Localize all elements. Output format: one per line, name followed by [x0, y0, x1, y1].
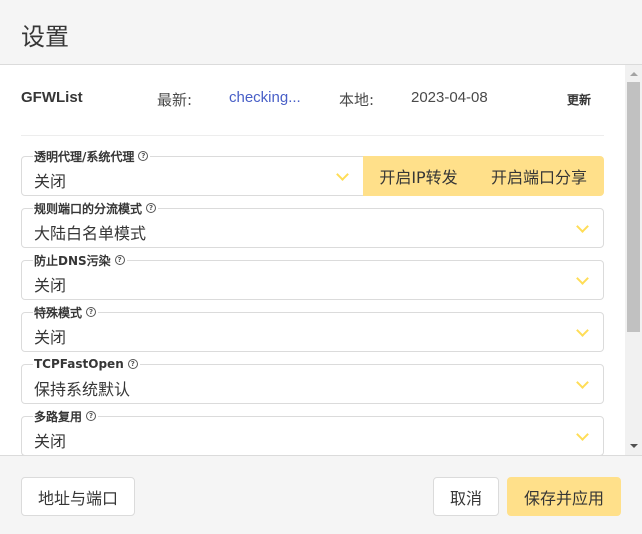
field-label-multiplexing: 多路复用 ?	[33, 409, 99, 424]
field-label-text: 透明代理/系统代理	[34, 149, 135, 164]
scrollbar[interactable]	[625, 65, 642, 455]
field-label-special-mode: 特殊模式 ?	[33, 305, 99, 320]
multiplexing-select[interactable]: 关闭	[21, 416, 604, 455]
select-value: 关闭	[34, 172, 67, 191]
cancel-button[interactable]: 取消	[433, 477, 499, 516]
field-routing-mode: 规则端口的分流模式 ? 大陆白名单模式	[21, 201, 604, 248]
scroll-down-arrow-icon[interactable]	[630, 444, 638, 448]
gfwlist-update-button[interactable]: 更新	[552, 85, 606, 113]
ip-forward-button[interactable]: 开启IP转发	[363, 156, 474, 196]
field-label-routing-mode: 规则端口的分流模式 ?	[33, 201, 159, 216]
select-value: 大陆白名单模式	[34, 224, 147, 243]
chevron-down-icon	[336, 168, 349, 181]
field-tcp-fast-open: TCPFastOpen ? 保持系统默认	[21, 357, 604, 404]
gfwlist-label: GFWList	[21, 89, 83, 106]
question-circle-icon[interactable]: ?	[127, 359, 138, 369]
gfwlist-latest-value: checking...	[229, 89, 301, 106]
scroll-thumb[interactable]	[627, 82, 640, 332]
dialog-header: 设置	[0, 0, 642, 65]
chevron-down-icon	[576, 324, 589, 337]
field-special-mode: 特殊模式 ? 关闭	[21, 305, 604, 352]
field-anti-dns-pollution: 防止DNS污染 ? 关闭	[21, 253, 604, 300]
port-share-button[interactable]: 开启端口分享	[474, 156, 604, 196]
question-circle-icon[interactable]: ?	[86, 411, 97, 421]
dialog-body: GFWList 最新: checking... 本地: 2023-04-08 更…	[0, 65, 642, 455]
gfwlist-local-value: 2023-04-08	[411, 89, 488, 106]
field-label-anti-dns-pollution: 防止DNS污染 ?	[33, 253, 127, 268]
gfwlist-latest-label: 最新:	[157, 91, 193, 109]
field-multiplexing: 多路复用 ? 关闭	[21, 409, 604, 455]
dialog-footer: 地址与端口 取消 保存并应用	[0, 455, 642, 534]
question-circle-icon[interactable]: ?	[114, 255, 125, 265]
select-value: 关闭	[34, 432, 67, 451]
field-label-text: TCPFastOpen	[34, 357, 124, 371]
question-circle-icon[interactable]: ?	[138, 151, 149, 161]
select-value: 关闭	[34, 276, 67, 295]
question-circle-icon[interactable]: ?	[146, 203, 157, 213]
select-value: 关闭	[34, 328, 67, 347]
field-label-text: 特殊模式	[34, 305, 83, 320]
field-label-proxy-mode: 透明代理/系统代理 ?	[33, 149, 151, 164]
settings-dialog: 设置 GFWList 最新: checking... 本地: 2023-04-0…	[0, 0, 642, 534]
save-apply-button[interactable]: 保存并应用	[507, 477, 621, 516]
chevron-down-icon	[576, 428, 589, 441]
scroll-up-arrow-icon[interactable]	[630, 72, 638, 76]
question-circle-icon[interactable]: ?	[86, 307, 97, 317]
field-label-tcp-fast-open: TCPFastOpen ?	[33, 357, 140, 371]
field-proxy-mode: 透明代理/系统代理 ? 关闭 开启IP转发 开启端口分享	[21, 149, 604, 196]
chevron-down-icon	[576, 220, 589, 233]
field-label-text: 防止DNS污染	[34, 253, 111, 268]
field-label-text: 规则端口的分流模式	[34, 201, 143, 216]
address-port-button[interactable]: 地址与端口	[21, 477, 135, 516]
field-label-text: 多路复用	[34, 409, 83, 424]
chevron-down-icon	[576, 272, 589, 285]
chevron-down-icon	[576, 376, 589, 389]
dialog-title: 设置	[21, 23, 69, 51]
gfwlist-row: GFWList 最新: checking... 本地: 2023-04-08 更…	[0, 65, 624, 135]
special-mode-select[interactable]: 关闭	[21, 312, 604, 352]
divider	[21, 135, 604, 136]
gfwlist-local-label: 本地:	[339, 91, 375, 109]
select-value: 保持系统默认	[34, 380, 131, 399]
